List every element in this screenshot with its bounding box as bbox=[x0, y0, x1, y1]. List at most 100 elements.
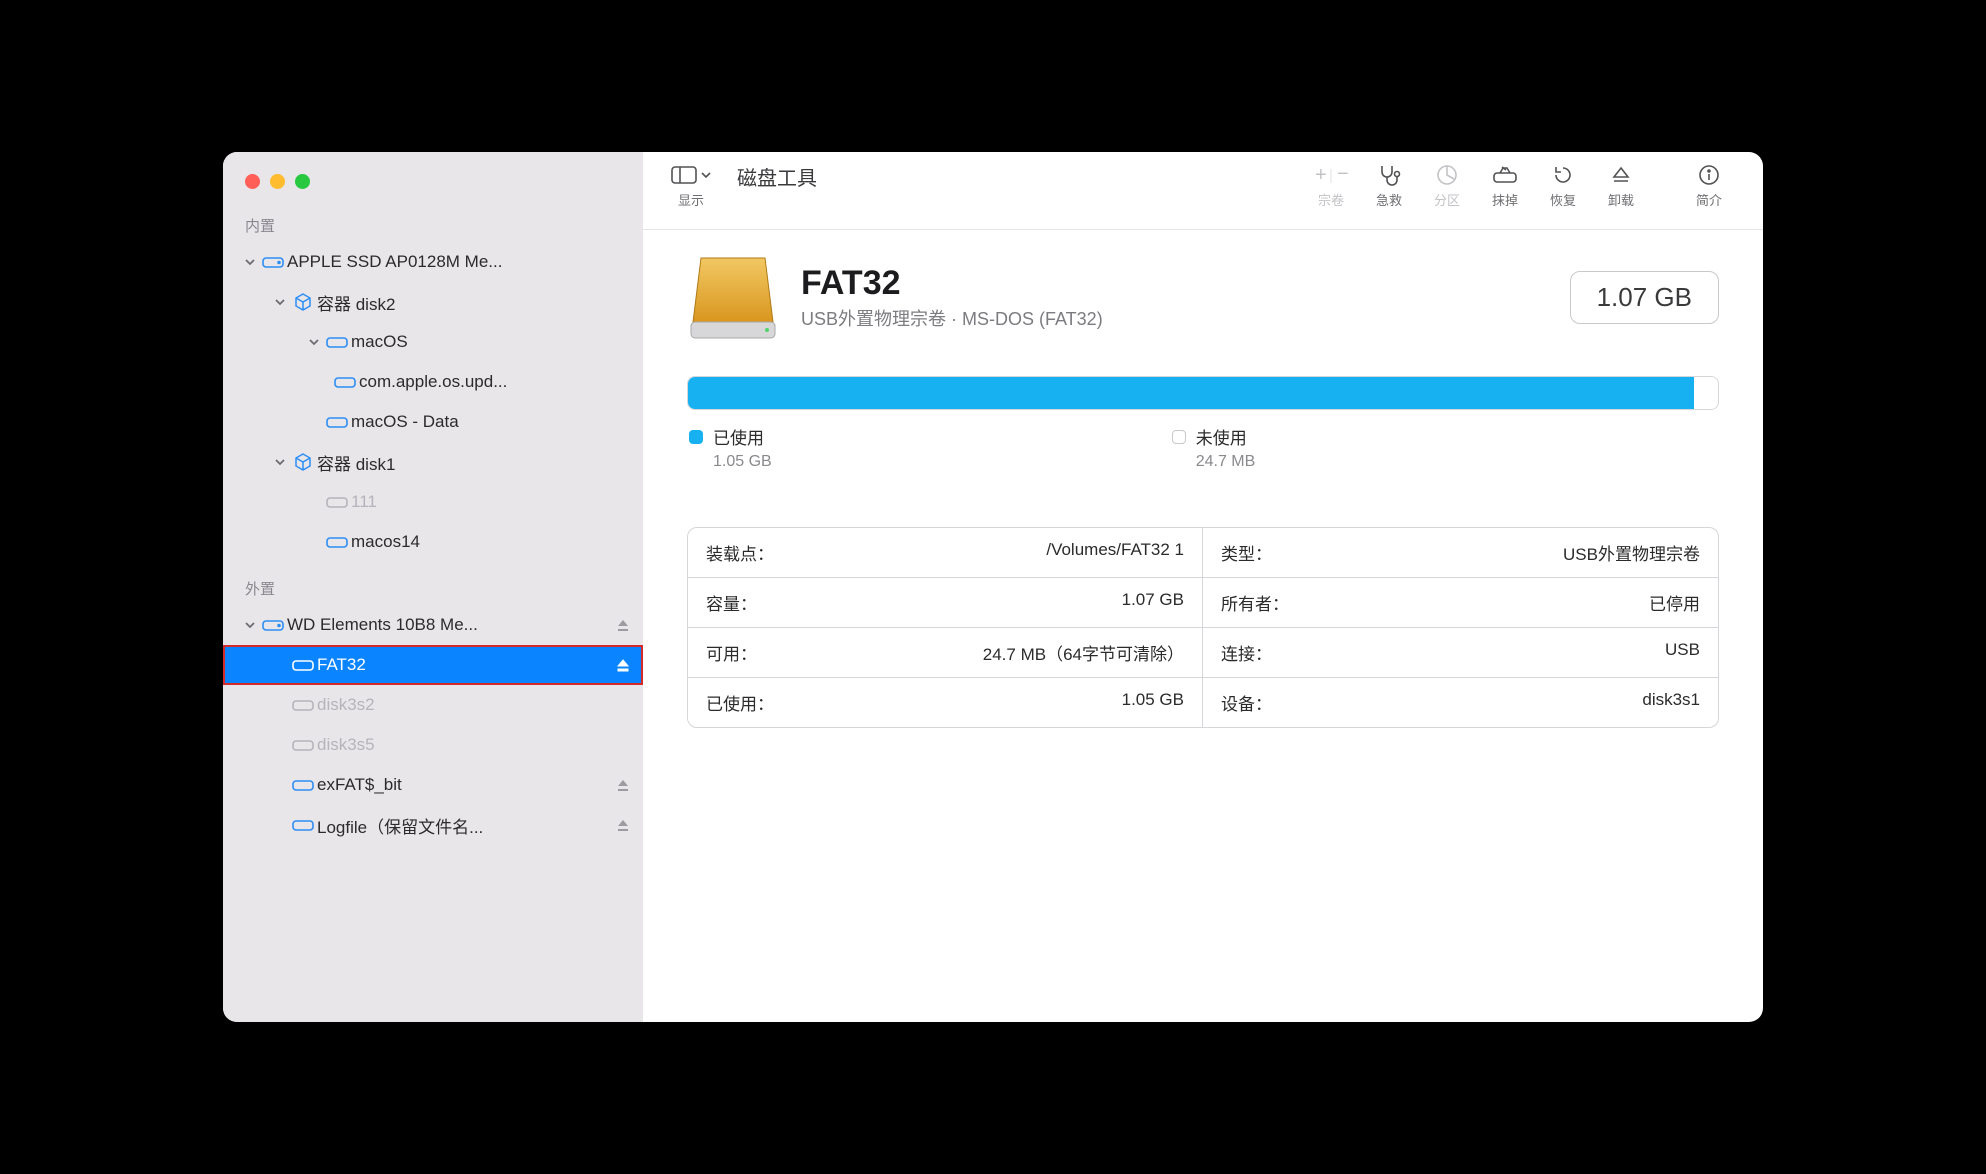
section-internal-label: 内置 bbox=[223, 209, 643, 242]
restore-icon bbox=[1552, 162, 1574, 188]
sidebar-item-fat32[interactable]: FAT32 bbox=[223, 645, 643, 685]
chevron-down-icon[interactable] bbox=[271, 456, 289, 468]
legend-free-value: 24.7 MB bbox=[1196, 453, 1256, 471]
info-type: 类型：USB外置物理宗卷 bbox=[1203, 528, 1718, 577]
info-available: 可用：24.7 MB（64字节可清除） bbox=[688, 627, 1203, 677]
restore-button[interactable]: 恢复 bbox=[1537, 162, 1589, 209]
sidebar-item-macos[interactable]: macOS bbox=[223, 322, 643, 362]
sidebar-item-os-update[interactable]: com.apple.os.upd... bbox=[223, 362, 643, 402]
section-external-label: 外置 bbox=[223, 572, 643, 605]
sidebar-item-label: disk3s2 bbox=[317, 695, 643, 715]
svg-text:+: + bbox=[1315, 165, 1327, 185]
app-title: 磁盘工具 bbox=[737, 162, 817, 191]
legend-free: 未使用 24.7 MB bbox=[1172, 424, 1256, 471]
sidebar-tree: APPLE SSD AP0128M Me... 容器 disk2 macOS c… bbox=[223, 242, 643, 562]
info-mount: 装载点：/Volumes/FAT32 1 bbox=[688, 528, 1203, 577]
volume-size-badge: 1.07 GB bbox=[1570, 271, 1719, 324]
sidebar-item-label: 容器 disk2 bbox=[317, 290, 643, 315]
sidebar-item-container-disk1[interactable]: 容器 disk1 bbox=[223, 442, 643, 482]
app-title-area: 磁盘工具 bbox=[737, 162, 817, 191]
usage-used-segment bbox=[688, 377, 1694, 409]
toolbar-caption: 急救 bbox=[1376, 190, 1402, 209]
usage-bar bbox=[687, 376, 1719, 410]
sidebar-item-label: disk3s5 bbox=[317, 735, 643, 755]
disk-utility-window: 内置 APPLE SSD AP0128M Me... 容器 disk2 macO… bbox=[223, 152, 1763, 1022]
close-button[interactable] bbox=[245, 174, 260, 189]
volume-button: +− 宗卷 bbox=[1305, 162, 1357, 209]
container-icon bbox=[289, 292, 317, 312]
info-owner: 所有者：已停用 bbox=[1203, 577, 1718, 627]
disk-icon bbox=[259, 254, 287, 270]
sidebar-item-label: APPLE SSD AP0128M Me... bbox=[287, 252, 643, 272]
sidebar-item-exfat[interactable]: exFAT$_bit bbox=[223, 765, 643, 805]
volume-title-block: FAT32 USB外置物理宗卷 · MS-DOS (FAT32) bbox=[801, 264, 1103, 331]
info-connection: 连接：USB bbox=[1203, 627, 1718, 677]
info-capacity: 容量：1.07 GB bbox=[688, 577, 1203, 627]
view-button[interactable]: 显示 bbox=[665, 162, 717, 209]
chevron-down-icon[interactable] bbox=[241, 256, 259, 268]
chevron-down-icon[interactable] bbox=[241, 619, 259, 631]
toolbar-caption: 恢复 bbox=[1550, 190, 1576, 209]
main-panel: 显示 磁盘工具 +− 宗卷 急救 分区 抹掉 恢 bbox=[643, 152, 1763, 1022]
sidebar-item-label: com.apple.os.upd... bbox=[359, 372, 643, 392]
external-drive-icon bbox=[687, 252, 779, 342]
sidebar: 内置 APPLE SSD AP0128M Me... 容器 disk2 macO… bbox=[223, 152, 643, 1022]
erase-button[interactable]: 抹掉 bbox=[1479, 162, 1531, 209]
minimize-button[interactable] bbox=[270, 174, 285, 189]
sidebar-item-label: macos14 bbox=[351, 532, 643, 552]
swatch-free bbox=[1172, 430, 1186, 444]
sidebar-item-logfile[interactable]: Logfile（保留文件名... bbox=[223, 805, 643, 845]
sidebar-item-container-disk2[interactable]: 容器 disk2 bbox=[223, 282, 643, 322]
firstaid-button[interactable]: 急救 bbox=[1363, 162, 1415, 209]
view-caption: 显示 bbox=[678, 190, 704, 209]
eject-icon[interactable] bbox=[611, 658, 635, 672]
info-button[interactable]: 简介 bbox=[1683, 162, 1735, 209]
usage-free-segment bbox=[1694, 377, 1718, 409]
toolbar-caption: 分区 bbox=[1434, 190, 1460, 209]
eject-icon bbox=[1611, 162, 1631, 188]
pie-icon bbox=[1436, 162, 1458, 188]
unmount-button[interactable]: 卸载 bbox=[1595, 162, 1647, 209]
legend-used: 已使用 1.05 GB bbox=[689, 424, 772, 471]
volume-icon bbox=[323, 534, 351, 550]
sidebar-item-label: WD Elements 10B8 Me... bbox=[287, 615, 611, 635]
partition-button: 分区 bbox=[1421, 162, 1473, 209]
volume-subtitle: USB外置物理宗卷 · MS-DOS (FAT32) bbox=[801, 305, 1103, 331]
container-icon bbox=[289, 452, 317, 472]
eject-icon[interactable] bbox=[611, 778, 635, 792]
toolbar: 显示 磁盘工具 +− 宗卷 急救 分区 抹掉 恢 bbox=[643, 152, 1763, 230]
volume-icon bbox=[289, 697, 317, 713]
info-icon bbox=[1698, 162, 1720, 188]
sidebar-item-label: 111 bbox=[351, 492, 643, 512]
volume-icon bbox=[289, 657, 317, 673]
toolbar-caption: 宗卷 bbox=[1318, 190, 1344, 209]
sidebar-toggle-icon bbox=[671, 165, 697, 185]
sidebar-item-macos-data[interactable]: macOS - Data bbox=[223, 402, 643, 442]
stethoscope-icon bbox=[1377, 162, 1401, 188]
info-table: 装载点：/Volumes/FAT32 1 类型：USB外置物理宗卷 容量：1.0… bbox=[687, 527, 1719, 728]
zoom-button[interactable] bbox=[295, 174, 310, 189]
volume-name: FAT32 bbox=[801, 264, 1103, 303]
sidebar-item-label: 容器 disk1 bbox=[317, 450, 643, 475]
sidebar-item-label: macOS - Data bbox=[351, 412, 643, 432]
info-device: 设备：disk3s1 bbox=[1203, 677, 1718, 727]
sidebar-item-disk3s2[interactable]: disk3s2 bbox=[223, 685, 643, 725]
sidebar-item-label: FAT32 bbox=[317, 655, 611, 675]
eject-icon[interactable] bbox=[611, 618, 635, 632]
volume-header: FAT32 USB外置物理宗卷 · MS-DOS (FAT32) 1.07 GB bbox=[687, 252, 1719, 342]
sidebar-item-apple-ssd[interactable]: APPLE SSD AP0128M Me... bbox=[223, 242, 643, 282]
volume-icon bbox=[323, 494, 351, 510]
legend-free-label: 未使用 bbox=[1196, 424, 1247, 449]
volume-icon bbox=[289, 737, 317, 753]
sidebar-item-macos14[interactable]: macos14 bbox=[223, 522, 643, 562]
eject-icon[interactable] bbox=[611, 818, 635, 832]
chevron-down-icon[interactable] bbox=[305, 336, 323, 348]
svg-text:−: − bbox=[1337, 165, 1349, 185]
chevron-down-icon[interactable] bbox=[271, 296, 289, 308]
volume-icon bbox=[289, 777, 317, 793]
sidebar-item-disk3s5[interactable]: disk3s5 bbox=[223, 725, 643, 765]
sidebar-item-111[interactable]: 111 bbox=[223, 482, 643, 522]
sidebar-tree-external: WD Elements 10B8 Me... FAT32 disk3s2 dis… bbox=[223, 605, 643, 845]
toolbar-caption: 抹掉 bbox=[1492, 190, 1518, 209]
sidebar-item-wd-elements[interactable]: WD Elements 10B8 Me... bbox=[223, 605, 643, 645]
